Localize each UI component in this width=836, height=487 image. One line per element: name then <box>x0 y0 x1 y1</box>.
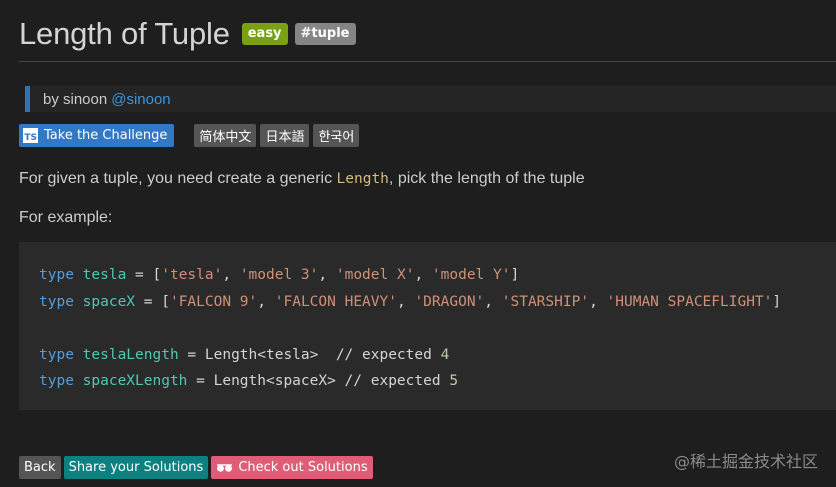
code-line: type spaceX = ['FALCON 9', 'FALCON HEAVY… <box>39 293 782 310</box>
description-text: For given a tuple, you need create a gen… <box>19 170 585 188</box>
lang-button-ja[interactable]: 日本語 <box>260 123 310 147</box>
check-solutions-label: Check out Solutions <box>238 460 368 475</box>
share-solutions-button[interactable]: Share your Solutions <box>63 456 209 479</box>
code-line: type teslaLength = Length<tesla> // expe… <box>39 346 450 363</box>
challenge-page: Length of Tuple easy #tuple by sinoon @s… <box>19 0 836 487</box>
page-title: Length of Tuple <box>19 16 230 51</box>
code-line: type tesla = ['tesla', 'model 3', 'model… <box>39 267 520 283</box>
check-solutions-button[interactable]: Check out Solutions <box>211 456 373 479</box>
take-challenge-label: Take the Challenge <box>44 127 168 143</box>
action-buttons: TS Take the Challenge 简体中文 日本語 한국어 <box>19 123 360 147</box>
author-quote: by sinoon @sinoon <box>25 86 836 112</box>
code-block: type tesla = ['tesla', 'model 3', 'model… <box>19 242 836 410</box>
author-name: by sinoon <box>43 90 108 108</box>
description-before: For given a tuple, you need create a gen… <box>19 170 337 187</box>
glasses-icon <box>217 463 233 472</box>
tag-badge[interactable]: #tuple <box>294 23 356 45</box>
lang-button-ko[interactable]: 한국어 <box>313 123 360 147</box>
back-button[interactable]: Back <box>19 456 61 479</box>
code-line: type spaceXLength = Length<spaceX> // ex… <box>39 373 459 389</box>
title-row: Length of Tuple easy #tuple <box>19 14 356 54</box>
difficulty-badge: easy <box>241 23 288 45</box>
take-challenge-button[interactable]: TS Take the Challenge <box>19 123 175 147</box>
inline-code-length: Length <box>336 171 389 187</box>
description-after: , pick the length of the tuple <box>388 170 585 187</box>
example-label: For example: <box>19 209 113 226</box>
lang-button-zh[interactable]: 简体中文 <box>194 123 257 147</box>
title-divider <box>19 61 836 62</box>
author-handle-link[interactable]: @sinoon <box>111 91 170 108</box>
typescript-logo-icon: TS <box>23 127 38 143</box>
watermark: @稀土掘金技术社区 <box>673 452 818 471</box>
bottom-buttons: Back Share your Solutions Check out Solu… <box>19 456 376 479</box>
